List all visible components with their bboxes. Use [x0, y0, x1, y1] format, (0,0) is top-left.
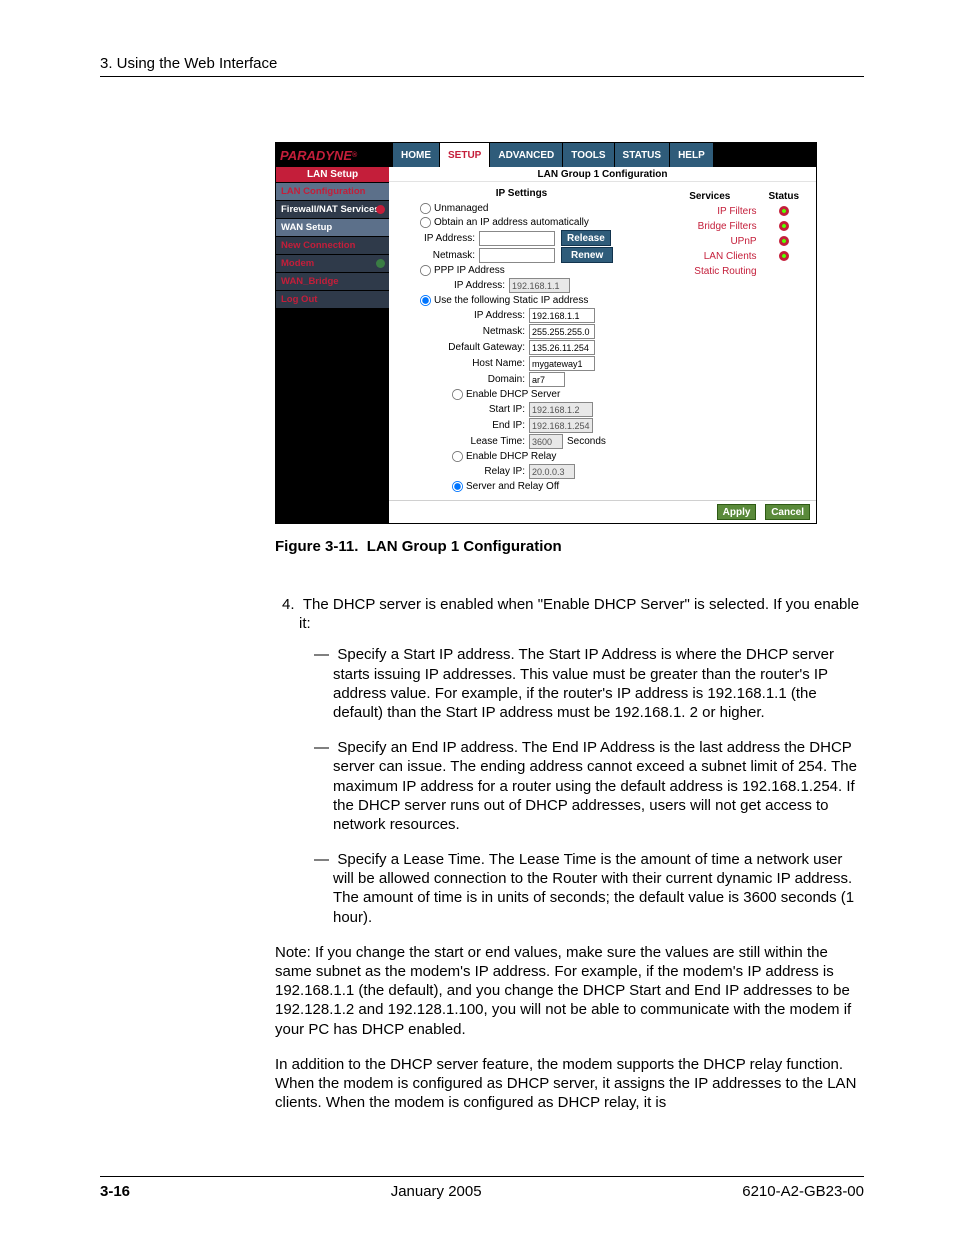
obtain-ip-input[interactable]	[479, 231, 555, 246]
radio-obtain-auto-label: Obtain an IP address automatically	[434, 217, 589, 228]
status-dot-icon	[779, 236, 789, 246]
label-ip-address: IP Address:	[395, 233, 479, 244]
brand-logo: PARADYNE®	[276, 143, 393, 167]
sidebar-item-new-connection[interactable]: New Connection	[276, 237, 389, 255]
service-static-routing[interactable]: Static Routing	[662, 265, 758, 278]
chapter-header: 3. Using the Web Interface	[100, 55, 864, 72]
label-relay-ip: Relay IP:	[395, 466, 529, 477]
label-seconds: Seconds	[567, 436, 606, 447]
radio-server-relay-off[interactable]	[452, 481, 463, 492]
service-lan-clients[interactable]: LAN Clients	[662, 250, 758, 263]
radio-enable-dhcp-server-label: Enable DHCP Server	[466, 389, 560, 400]
radio-enable-dhcp-server[interactable]	[452, 389, 463, 400]
radio-static-ip[interactable]	[420, 295, 431, 306]
radio-unmanaged-label: Unmanaged	[434, 203, 488, 214]
start-ip-input	[529, 402, 593, 417]
label-end-ip: End IP:	[395, 420, 529, 431]
footer-date: January 2005	[391, 1183, 482, 1200]
radio-enable-dhcp-relay-label: Enable DHCP Relay	[466, 451, 556, 462]
page-number: 3-16	[100, 1183, 130, 1200]
label-start-ip: Start IP:	[395, 404, 529, 415]
radio-enable-dhcp-relay[interactable]	[452, 451, 463, 462]
ip-settings-heading: IP Settings	[395, 186, 648, 201]
footer-doc-id: 6210-A2-GB23-00	[742, 1183, 864, 1200]
page-title: LAN Group 1 Configuration	[389, 167, 816, 182]
status-dot-icon	[376, 205, 385, 214]
hostname-input[interactable]	[529, 356, 595, 371]
tab-home[interactable]: HOME	[393, 143, 440, 167]
status-dot-icon	[779, 251, 789, 261]
label-hostname: Host Name:	[395, 358, 529, 369]
label-domain: Domain:	[395, 374, 529, 385]
services-head: Services	[662, 190, 758, 203]
radio-ppp-ip-label: PPP IP Address	[434, 265, 505, 276]
page-footer: 3-16 January 2005 6210-A2-GB23-00	[100, 1176, 864, 1200]
tab-setup[interactable]: SETUP	[440, 143, 490, 167]
status-dot-icon	[779, 206, 789, 216]
static-netmask-input[interactable]	[529, 324, 595, 339]
list-item-4: 4. The DHCP server is enabled when "Enab…	[282, 595, 864, 633]
obtain-netmask-input[interactable]	[479, 248, 555, 263]
renew-button[interactable]: Renew	[561, 247, 613, 263]
sidebar-title: LAN Setup	[276, 167, 389, 183]
header-rule	[100, 76, 864, 77]
sidebar-item-modem[interactable]: Modem	[276, 255, 389, 273]
gateway-input[interactable]	[529, 340, 595, 355]
lease-time-input	[529, 434, 563, 449]
sidebar-item-log-out[interactable]: Log Out	[276, 291, 389, 309]
end-ip-input	[529, 418, 593, 433]
dash-item-2: — Specify an End IP address. The End IP …	[314, 738, 864, 834]
label-ppp-ip: IP Address:	[395, 280, 509, 291]
sidebar-item-firewall-nat[interactable]: Firewall/NAT Services	[276, 201, 389, 219]
tab-help[interactable]: HELP	[670, 143, 714, 167]
label-gateway: Default Gateway:	[395, 342, 529, 353]
label-static-ip: IP Address:	[395, 310, 529, 321]
radio-ppp-ip[interactable]	[420, 265, 431, 276]
radio-static-ip-label: Use the following Static IP address	[434, 295, 588, 306]
cancel-button[interactable]: Cancel	[765, 504, 810, 520]
dash-item-1: — Specify a Start IP address. The Start …	[314, 645, 864, 722]
radio-unmanaged[interactable]	[420, 203, 431, 214]
label-lease-time: Lease Time:	[395, 436, 529, 447]
figure-caption: Figure 3-11. LAN Group 1 Configuration	[275, 538, 864, 555]
sidebar-item-wan-bridge[interactable]: WAN_Bridge	[276, 273, 389, 291]
dash-item-3: — Specify a Lease Time. The Lease Time i…	[314, 850, 864, 927]
label-netmask: Netmask:	[395, 250, 479, 261]
ppp-ip-input	[509, 278, 570, 293]
service-bridge-filters[interactable]: Bridge Filters	[662, 220, 758, 233]
tab-status[interactable]: STATUS	[615, 143, 671, 167]
router-ui-screenshot: PARADYNE® HOME SETUP ADVANCED TOOLS STAT…	[275, 142, 817, 524]
domain-input[interactable]	[529, 372, 565, 387]
status-dot-icon	[376, 259, 385, 268]
sidebar: LAN Setup LAN Configuration Firewall/NAT…	[276, 167, 389, 523]
apply-button[interactable]: Apply	[717, 504, 757, 520]
relay-ip-input	[529, 464, 575, 479]
radio-obtain-auto[interactable]	[420, 217, 431, 228]
note-paragraph: Note: If you change the start or end val…	[275, 943, 864, 1039]
status-dot-icon	[779, 221, 789, 231]
body-paragraph: In addition to the DHCP server feature, …	[275, 1055, 864, 1113]
release-button[interactable]: Release	[561, 230, 611, 246]
services-table: ServicesStatus IP Filters Bridge Filters…	[660, 188, 810, 280]
service-ip-filters[interactable]: IP Filters	[662, 205, 758, 218]
radio-server-relay-off-label: Server and Relay Off	[466, 481, 559, 492]
sidebar-item-lan-configuration[interactable]: LAN Configuration	[276, 183, 389, 201]
service-upnp[interactable]: UPnP	[662, 235, 758, 248]
status-head: Status	[760, 190, 808, 203]
static-ip-input[interactable]	[529, 308, 595, 323]
sidebar-item-wan-setup[interactable]: WAN Setup	[276, 219, 389, 237]
label-static-netmask: Netmask:	[395, 326, 529, 337]
tab-advanced[interactable]: ADVANCED	[490, 143, 563, 167]
tab-tools[interactable]: TOOLS	[563, 143, 614, 167]
